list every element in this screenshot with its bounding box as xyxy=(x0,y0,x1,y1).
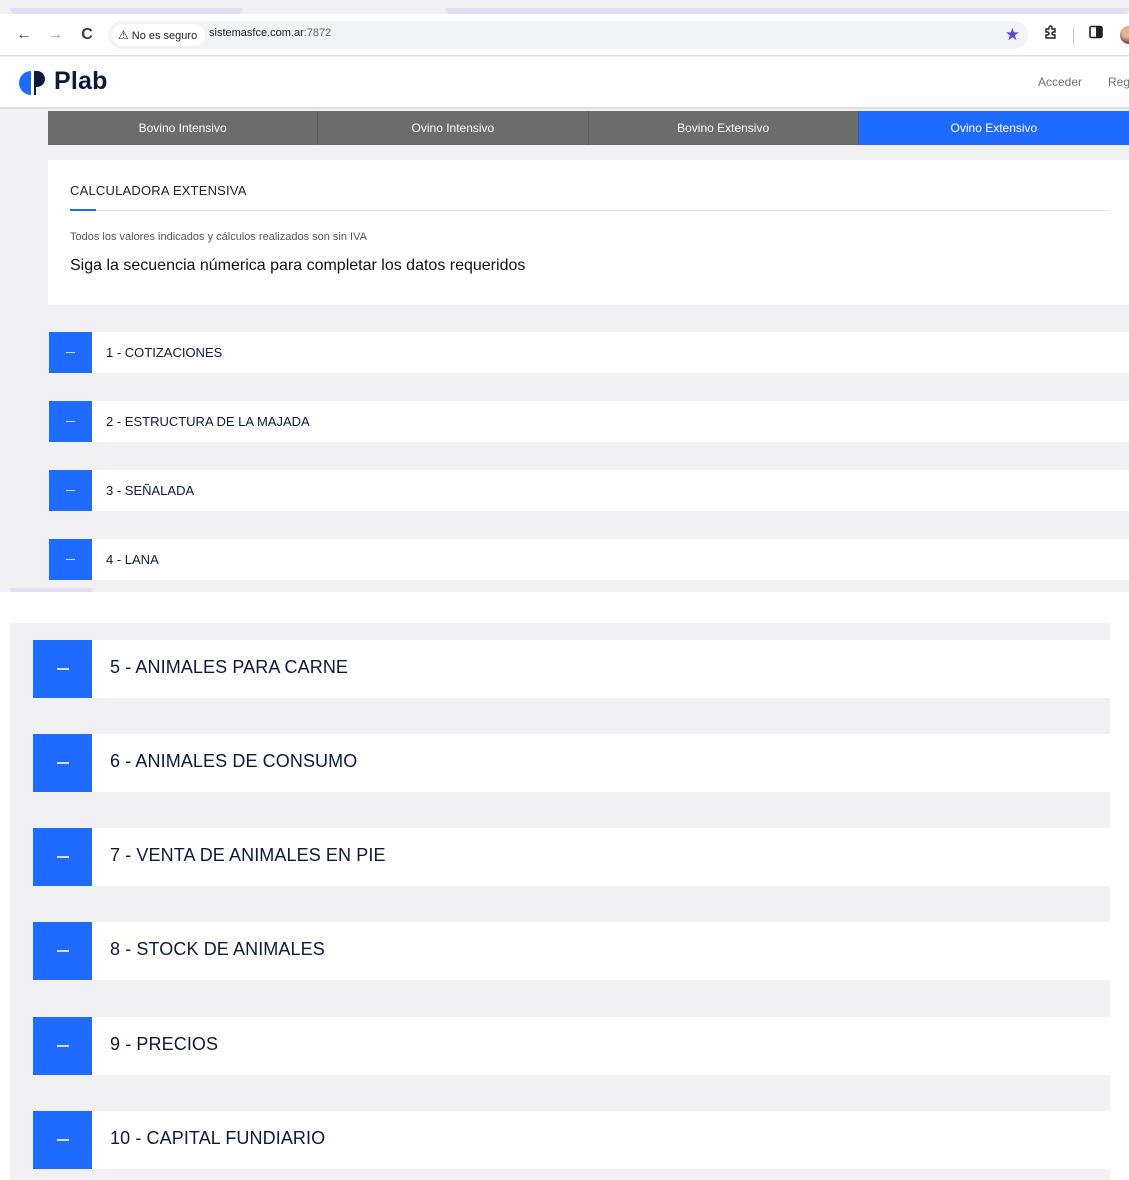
collapse-button[interactable] xyxy=(49,401,92,442)
section-estructura-majada[interactable]: 2 - ESTRUCTURA DE LA MAJADA xyxy=(49,401,1129,442)
tab-ovino-extensivo[interactable]: Ovino Extensivo xyxy=(858,111,1129,145)
tab-strip-edge xyxy=(10,588,92,592)
url-host: sistemasfce.com.ar xyxy=(209,27,304,39)
url-port: :7872 xyxy=(303,27,332,39)
section-label[interactable]: 4 - LANA xyxy=(106,552,159,567)
section-stock-animales[interactable]: 8 - STOCK DE ANIMALES xyxy=(33,922,1110,980)
section-label[interactable]: 7 - VENTA DE ANIMALES EN PIE xyxy=(110,845,386,866)
puzzle-icon[interactable] xyxy=(1040,24,1062,46)
warning-triangle-icon: ⚠ xyxy=(118,28,129,42)
section-lana[interactable]: 4 - LANA xyxy=(49,539,1129,580)
minus-icon xyxy=(66,352,75,353)
section-label[interactable]: 8 - STOCK DE ANIMALES xyxy=(110,939,325,960)
register-link[interactable]: Reg xyxy=(1108,75,1129,89)
section-label[interactable]: 6 - ANIMALES DE CONSUMO xyxy=(110,751,357,772)
vat-note: Todos los valores indicados y cálculos r… xyxy=(70,231,367,243)
side-panel-icon[interactable] xyxy=(1085,24,1107,46)
collapse-button[interactable] xyxy=(33,1111,92,1169)
minus-icon xyxy=(57,950,69,952)
calculator-intro-card: CALCULADORA EXTENSIVA Todos los valores … xyxy=(48,160,1129,305)
address-bar[interactable]: ⚠ No es seguro sistemasfce.com.ar:7872 ★ xyxy=(108,21,1028,49)
brand-name[interactable]: Plab xyxy=(54,67,108,96)
login-link[interactable]: Acceder xyxy=(1038,75,1082,89)
toolbar-divider xyxy=(1073,28,1074,44)
zoomed-screenshot-bottom: 5 - ANIMALES PARA CARNE 6 - ANIMALES DE … xyxy=(10,623,1110,1180)
section-label[interactable]: 2 - ESTRUCTURA DE LA MAJADA xyxy=(106,414,310,429)
minus-icon xyxy=(66,559,75,560)
title-divider xyxy=(70,210,1110,211)
section-label[interactable]: 1 - COTIZACIONES xyxy=(106,345,222,360)
collapse-button[interactable] xyxy=(33,828,92,886)
arrow-left-icon: ← xyxy=(16,26,32,43)
section-label[interactable]: 3 - SEÑALADA xyxy=(106,483,194,498)
section-label[interactable]: 10 - CAPITAL FUNDIARIO xyxy=(110,1128,325,1149)
collapse-button[interactable] xyxy=(49,332,92,373)
forward-button[interactable]: → xyxy=(44,24,66,46)
tab-bovino-extensivo[interactable]: Bovino Extensivo xyxy=(588,111,859,145)
star-icon[interactable]: ★ xyxy=(1005,24,1020,46)
section-venta-animales-pie[interactable]: 7 - VENTA DE ANIMALES EN PIE xyxy=(33,828,1110,886)
section-capital-fundiario[interactable]: 10 - CAPITAL FUNDIARIO xyxy=(33,1111,1110,1169)
section-label[interactable]: 9 - PRECIOS xyxy=(110,1034,218,1055)
url-text[interactable]: sistemasfce.com.ar:7872 xyxy=(209,27,331,39)
collapse-button[interactable] xyxy=(33,640,92,698)
tab-ovino-intensivo[interactable]: Ovino Intensivo xyxy=(318,111,589,145)
section-label[interactable]: 5 - ANIMALES PARA CARNE xyxy=(110,657,348,678)
minus-icon xyxy=(57,762,69,764)
site-header: Plab Acceder Reg xyxy=(0,57,1129,109)
collapse-button[interactable] xyxy=(33,922,92,980)
section-precios[interactable]: 9 - PRECIOS xyxy=(33,1017,1110,1075)
browser-toolbar: ← → C ⚠ No es seguro sistemasfce.com.ar:7… xyxy=(0,14,1129,56)
reload-icon: C xyxy=(81,26,93,43)
section-animales-carne[interactable]: 5 - ANIMALES PARA CARNE xyxy=(33,640,1110,698)
security-label: No es seguro xyxy=(131,30,198,42)
minus-icon xyxy=(57,668,69,670)
reload-button[interactable]: C xyxy=(76,24,98,46)
instructions-text: Siga la secuencia númerica para completa… xyxy=(70,257,526,274)
arrow-right-icon: → xyxy=(47,26,63,43)
collapse-button[interactable] xyxy=(33,734,92,792)
avatar[interactable] xyxy=(1120,26,1129,44)
calculator-tabs: Bovino Intensivo Ovino Intensivo Bovino … xyxy=(48,111,1129,145)
collapse-button[interactable] xyxy=(33,1017,92,1075)
browser-screenshot-top: ← → C ⚠ No es seguro sistemasfce.com.ar:7… xyxy=(0,0,1129,592)
collapse-button[interactable] xyxy=(49,470,92,511)
tab-bovino-intensivo[interactable]: Bovino Intensivo xyxy=(48,111,319,145)
minus-icon xyxy=(57,1139,69,1141)
section-senalada[interactable]: 3 - SEÑALADA xyxy=(49,470,1129,511)
title-accent-bar xyxy=(70,209,96,211)
minus-icon xyxy=(57,856,69,858)
plab-logo-icon[interactable] xyxy=(19,69,47,97)
minus-icon xyxy=(66,421,75,422)
security-indicator[interactable]: ⚠ No es seguro xyxy=(112,24,206,46)
minus-icon xyxy=(57,1045,69,1047)
collapse-button[interactable] xyxy=(49,539,92,580)
section-cotizaciones[interactable]: 1 - COTIZACIONES xyxy=(49,332,1129,373)
minus-icon xyxy=(66,490,75,491)
section-animales-consumo[interactable]: 6 - ANIMALES DE CONSUMO xyxy=(33,734,1110,792)
card-title: CALCULADORA EXTENSIVA xyxy=(70,183,247,198)
back-button[interactable]: ← xyxy=(13,24,35,46)
